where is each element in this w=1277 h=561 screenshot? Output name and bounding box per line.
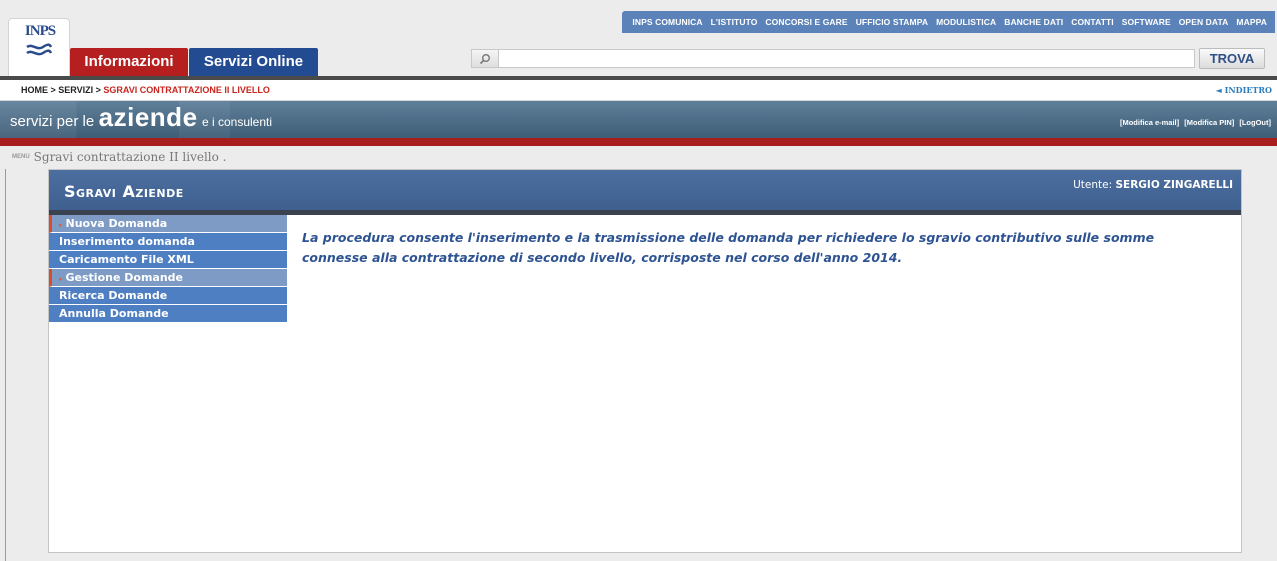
topnav-item-open-data[interactable]: OPEN DATA [1175, 17, 1233, 27]
site-header: INPS INPS COMUNICA L'ISTITUTO CONCORSI E G… [0, 0, 1277, 80]
breadcrumb-home[interactable]: HOME [21, 85, 48, 95]
search-button[interactable]: TROVA [1199, 48, 1265, 69]
breadcrumb-servizi[interactable]: SERVIZI [58, 85, 93, 95]
logout-link[interactable]: [LogOut] [1239, 118, 1271, 127]
arrow-icon: ▸ [59, 275, 63, 283]
magnifier-icon [479, 53, 490, 64]
topnav-item-l-istituto[interactable]: L'ISTITUTO [707, 17, 762, 27]
banner-stripe [0, 138, 1277, 146]
user-info: Utente: SERGIO ZINGARELLI [1073, 179, 1233, 191]
back-link[interactable]: ◄ INDIETRO [1216, 80, 1272, 100]
breadcrumb-separator: > [48, 85, 59, 95]
menu-section-label: Nuova Domanda [65, 217, 168, 230]
menu-item-ricerca-domande[interactable]: Ricerca Domande [49, 287, 287, 305]
main-panel: Sgravi Aziende Utente: SERGIO ZINGARELLI… [48, 169, 1242, 553]
page-title: Sgravi Aziende [64, 182, 184, 201]
menu-bar-text: Sgravi contrattazione II livello . [33, 150, 227, 164]
topnav-item-inps-comunica[interactable]: INPS COMUNICA [632, 17, 706, 27]
topnav-item-concorsi-e-gare[interactable]: CONCORSI E GARE [761, 17, 851, 27]
search-icon[interactable] [471, 49, 499, 68]
breadcrumb-separator: > [93, 85, 104, 95]
services-banner: servizi per le aziende e i consulenti [M… [0, 101, 1277, 146]
breadcrumb-current: SGRAVI CONTRATTAZIONE II LIVELLO [103, 85, 270, 95]
topnav-item-contatti[interactable]: CONTATTI [1067, 17, 1118, 27]
topnav-item-mappa[interactable]: MAPPA [1232, 17, 1271, 27]
menu-bar: MENU Sgravi contrattazione II livello . [0, 146, 1277, 169]
topnav-item-software[interactable]: SOFTWARE [1118, 17, 1175, 27]
banner-line-big: aziende [98, 102, 198, 132]
topnav-item-modulistica[interactable]: MODULISTICA [932, 17, 1000, 27]
menu-section-nuova-domanda[interactable]: ▸ Nuova Domanda [49, 215, 287, 233]
logo-wave-icon [26, 43, 53, 56]
user-name: SERGIO ZINGARELLI [1115, 179, 1233, 191]
modifica-email-link[interactable]: [Modifica e-mail] [1120, 118, 1179, 127]
search-input[interactable] [471, 49, 1195, 68]
topnav-item-banche-dati[interactable]: BANCHE DATI [1000, 17, 1067, 27]
top-nav: INPS COMUNICA L'ISTITUTO CONCORSI E GARE UF… [622, 11, 1275, 33]
side-menu: ▸ Nuova Domanda Inserimento domanda Caricam… [49, 215, 287, 323]
banner-title: servizi per le aziende e i consulenti [10, 102, 272, 133]
tab-informazioni[interactable]: Informazioni [70, 48, 188, 76]
account-links: [Modifica e-mail] [Modifica PIN] [LogOut… [1117, 118, 1271, 127]
page-edge [5, 169, 6, 561]
logo-text: INPS [24, 23, 56, 39]
panel-header: Sgravi Aziende Utente: SERGIO ZINGARELLI [49, 170, 1241, 210]
breadcrumb: HOME > SERVIZI > SGRAVI CONTRATTAZIONE I… [0, 80, 1277, 101]
menu-section-label: Gestione Domande [65, 271, 183, 284]
menu-item-inserimento-domanda[interactable]: Inserimento domanda [49, 233, 287, 251]
banner-line-tail: e i consulenti [201, 115, 273, 129]
menu-section-gestione-domande[interactable]: ▸ Gestione Domande [49, 269, 287, 287]
banner-line-small: servizi per le [10, 113, 95, 130]
menu-item-annulla-domande[interactable]: Annulla Domande [49, 305, 287, 323]
arrow-icon: ▸ [59, 221, 63, 229]
modifica-pin-link[interactable]: [Modifica PIN] [1184, 118, 1234, 127]
tab-servizi-online[interactable]: Servizi Online [189, 48, 318, 76]
menu-item-caricamento-file-xml[interactable]: Caricamento File XML [49, 251, 287, 269]
user-label: Utente: [1073, 179, 1116, 191]
intro-text: La procedura consente l'inserimento e la… [302, 230, 1155, 265]
inps-logo[interactable]: INPS [8, 18, 70, 78]
topnav-item-ufficio-stampa[interactable]: UFFICIO STAMPA [852, 17, 932, 27]
menu-tag[interactable]: MENU [12, 154, 30, 160]
